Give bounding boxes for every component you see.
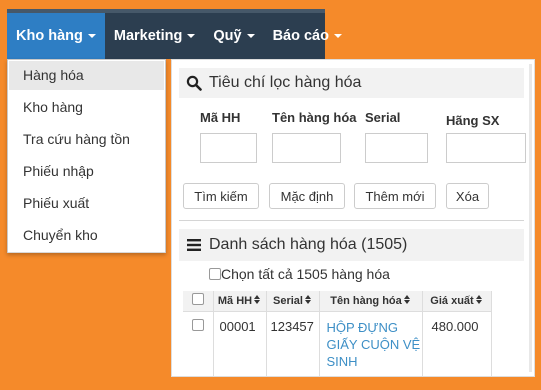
list-header: Danh sách hàng hóa (1505) xyxy=(179,229,524,261)
nav-item-quy[interactable]: Quỹ xyxy=(204,13,263,59)
menu-item-chuyen-kho[interactable]: Chuyển kho xyxy=(8,219,165,251)
dropdown-divider xyxy=(8,252,165,253)
sort-icon xyxy=(304,295,312,305)
search-button[interactable]: Tìm kiếm xyxy=(183,183,259,209)
default-button[interactable]: Mặc định xyxy=(269,183,345,209)
product-name-link[interactable]: HỘP ĐỰNG GIẤY CUỘN VỆ SINH xyxy=(327,320,421,369)
select-all-checkbox[interactable] xyxy=(209,268,221,280)
column-header-label: Tên hàng hóa xyxy=(330,295,402,308)
nav-item-bao-cao[interactable]: Báo cáo xyxy=(264,13,351,59)
field-label-ten-hang-hoa: Tên hàng hóa xyxy=(272,110,357,125)
caret-down-icon xyxy=(246,34,255,38)
table-row[interactable]: 00001 123457 HỘP ĐỰNG GIẤY CUỘN VỆ SINH … xyxy=(183,311,492,377)
menu-item-kho-hang[interactable]: Kho hàng xyxy=(8,91,165,123)
sort-icon xyxy=(475,295,483,305)
column-header-label: Serial xyxy=(273,295,303,308)
menu-item-tra-cuu-hang-ton[interactable]: Tra cứu hàng tồn xyxy=(8,123,165,155)
column-header-ma-hh[interactable]: Mã HH xyxy=(213,291,267,312)
top-navbar: Kho hàng Marketing Quỹ Báo cáo xyxy=(7,9,342,59)
filter-header: Tiêu chí lọc hàng hóa xyxy=(179,68,524,98)
section-divider xyxy=(179,220,524,221)
row-checkbox[interactable] xyxy=(191,318,204,331)
kho-hang-dropdown-menu: Hàng hóa Kho hàng Tra cứu hàng tồn Phiếu… xyxy=(7,59,166,253)
nav-item-marketing[interactable]: Marketing xyxy=(105,13,205,59)
field-label-hang-sx: Hãng SX xyxy=(446,113,500,128)
cell-ten-hang-hoa: HỘP ĐỰNG GIẤY CUỘN VỆ SINH xyxy=(319,311,423,377)
product-table: Mã HH Serial Tên hàng hóa Giá xuất 00001… xyxy=(183,291,492,377)
panel-body: Tiêu chí lọc hàng hóa Mã HH Tên hàng hóa… xyxy=(179,68,526,377)
serial-input[interactable] xyxy=(365,133,428,163)
table-header-row: Mã HH Serial Tên hàng hóa Giá xuất xyxy=(183,291,492,312)
cell-gia-xuat: 480.000 xyxy=(422,311,492,377)
nav-item-kho-hang[interactable]: Kho hàng xyxy=(7,13,105,59)
menu-item-phieu-xuat[interactable]: Phiếu xuất xyxy=(8,187,165,219)
scrollbar-track[interactable] xyxy=(529,64,532,372)
delete-button[interactable]: Xóa xyxy=(446,183,489,209)
nav-item-label: Kho hàng xyxy=(16,28,83,44)
nav-item-label: Marketing xyxy=(113,28,183,44)
header-checkbox-cell xyxy=(183,291,214,312)
column-header-label: Mã HH xyxy=(217,295,253,308)
add-new-button[interactable]: Thêm mới xyxy=(354,183,436,209)
ten-hang-hoa-input[interactable] xyxy=(272,133,341,163)
field-label-serial: Serial xyxy=(365,110,401,125)
sort-icon xyxy=(254,295,261,305)
sort-icon xyxy=(403,295,411,305)
list-title: Danh sách hàng hóa (1505) xyxy=(209,236,408,253)
list-icon xyxy=(179,239,209,251)
caret-down-icon xyxy=(333,34,342,38)
column-header-ten-hang-hoa[interactable]: Tên hàng hóa xyxy=(319,291,423,312)
caret-down-icon xyxy=(87,34,96,38)
column-header-label: Giá xuất xyxy=(430,295,474,308)
column-header-serial[interactable]: Serial xyxy=(266,291,320,312)
header-checkbox[interactable] xyxy=(191,293,204,306)
caret-down-icon xyxy=(187,34,196,38)
menu-item-hang-hoa[interactable]: Hàng hóa xyxy=(9,61,164,90)
product-panel: Tiêu chí lọc hàng hóa Mã HH Tên hàng hóa… xyxy=(172,60,534,377)
menu-item-phieu-nhap[interactable]: Phiếu nhập xyxy=(8,155,165,187)
row-checkbox-cell xyxy=(183,311,214,377)
select-all-row[interactable]: Chọn tất cả 1505 hàng hóa xyxy=(209,266,390,282)
cell-ma-hh: 00001 xyxy=(213,311,267,377)
filter-title: Tiêu chí lọc hàng hóa xyxy=(209,74,362,91)
field-label-ma-hh: Mã HH xyxy=(200,110,241,125)
nav-item-label: Báo cáo xyxy=(272,28,329,44)
hang-sx-input[interactable] xyxy=(446,133,526,163)
search-icon xyxy=(179,75,209,91)
ma-hh-input[interactable] xyxy=(200,133,257,163)
cell-serial: 123457 xyxy=(266,311,320,377)
nav-item-label: Quỹ xyxy=(213,28,242,44)
select-all-label: Chọn tất cả 1505 hàng hóa xyxy=(221,266,390,282)
column-header-gia-xuat[interactable]: Giá xuất xyxy=(422,291,492,312)
